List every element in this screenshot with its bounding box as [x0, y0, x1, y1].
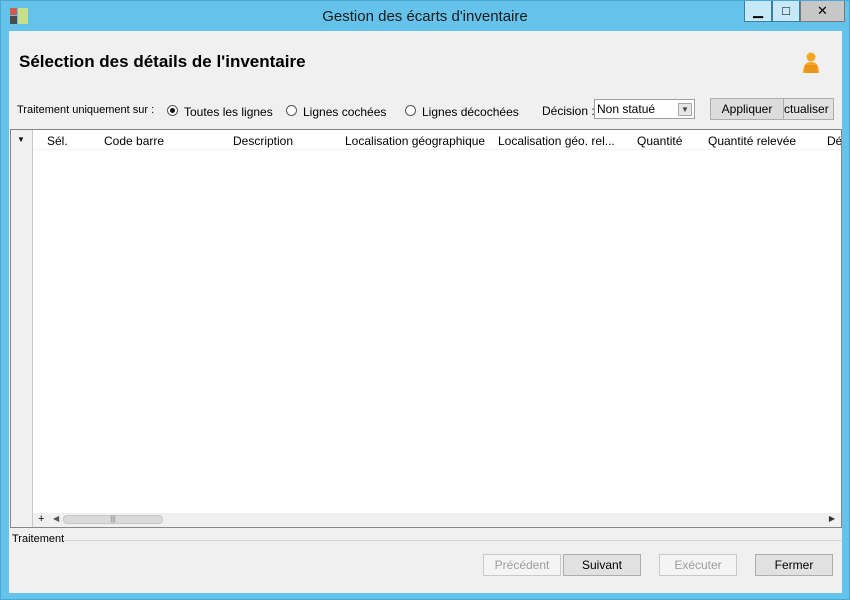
scroll-right-icon[interactable]: ▶ [829, 514, 835, 523]
chevron-down-icon[interactable]: ▼ [678, 103, 692, 116]
horizontal-scrollbar-thumb[interactable]: ||| [63, 515, 163, 524]
window-title: Gestion des écarts d'inventaire [322, 8, 528, 25]
execute-button[interactable]: Exécuter [659, 554, 737, 576]
radio-unchecked-icon [405, 105, 416, 116]
column-header-decision[interactable]: Dé [827, 134, 841, 148]
refresh-button[interactable]: ctualiser [783, 98, 834, 120]
radio-checked-icon [167, 105, 178, 116]
inventory-grid[interactable]: ▼ Sél. Code barre Description Localisati… [10, 129, 842, 528]
page-header: Sélection des détails de l'inventaire [9, 31, 842, 91]
scroll-left-icon[interactable]: ◀ [53, 514, 59, 523]
column-chooser-icon[interactable]: ▼ [17, 135, 25, 144]
grid-header: Sél. Code barre Description Localisation… [33, 130, 841, 150]
filter-bar: Traitement uniquement sur : Toutes les l… [9, 93, 842, 125]
page-title: Sélection des détails de l'inventaire [19, 52, 306, 71]
maximize-icon: □ [782, 3, 790, 18]
grid-footer-bar: + ◀ ||| ▶ [33, 513, 841, 527]
apply-button[interactable]: Appliquer [710, 98, 784, 120]
main-window: Gestion des écarts d'inventaire ▁ □ ✕ Sé… [0, 0, 850, 600]
user-icon[interactable] [802, 52, 820, 74]
processing-group-label: Traitement [12, 533, 65, 545]
column-header-location-recorded[interactable]: Localisation géo. rel... [498, 134, 615, 148]
column-header-quantity-recorded[interactable]: Quantité relevée [708, 134, 796, 148]
close-button[interactable]: ✕ [800, 1, 845, 22]
maximize-button[interactable]: □ [772, 1, 800, 22]
title-bar[interactable]: Gestion des écarts d'inventaire ▁ □ ✕ [1, 1, 849, 31]
client-area: Sélection des détails de l'inventaire Tr… [9, 31, 842, 593]
radio-all-lines-label: Toutes les lignes [184, 105, 273, 119]
minimize-button[interactable]: ▁ [744, 1, 772, 22]
radio-unchecked-lines-label: Lignes décochées [422, 105, 519, 119]
row-header-column: ▼ [11, 130, 33, 527]
column-header-select[interactable]: Sél. [47, 134, 68, 148]
decision-dropdown[interactable]: Non statué ▼ [594, 99, 695, 119]
column-header-location[interactable]: Localisation géographique [345, 134, 485, 148]
next-button[interactable]: Suivant [563, 554, 641, 576]
column-header-barcode[interactable]: Code barre [104, 134, 164, 148]
close-icon: ✕ [817, 3, 828, 18]
decision-label: Décision : [542, 104, 595, 118]
close-dialog-button[interactable]: Fermer [755, 554, 833, 576]
processing-group-divider [64, 540, 842, 541]
add-row-icon[interactable]: + [38, 513, 44, 525]
previous-button[interactable]: Précédent [483, 554, 561, 576]
column-header-description[interactable]: Description [233, 134, 293, 148]
minimize-icon: ▁ [753, 3, 763, 18]
filter-label: Traitement uniquement sur : [17, 104, 155, 116]
radio-checked-lines-label: Lignes cochées [303, 105, 387, 119]
column-header-quantity[interactable]: Quantité [637, 134, 682, 148]
radio-unchecked-icon [286, 105, 297, 116]
decision-value: Non statué [597, 102, 656, 116]
